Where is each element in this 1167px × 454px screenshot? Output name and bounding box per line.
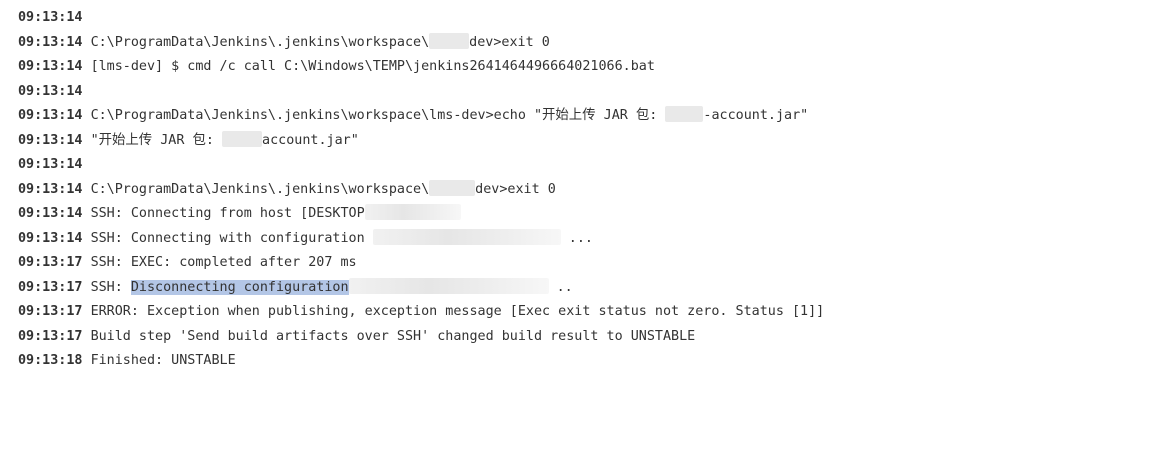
log-line: 09:13:17 Build step 'Send build artifact… [18, 325, 1167, 350]
redacted-region [222, 130, 263, 147]
log-line: 09:13:17 ERROR: Exception when publishin… [18, 300, 1167, 325]
log-text: [lms-dev] $ cmd /c call C:\Windows\TEMP\… [90, 59, 655, 74]
log-timestamp: 09:13:14 [18, 230, 83, 246]
log-text: dev>exit 0 [469, 34, 550, 50]
log-line: 09:13:14 SSH: Connecting with configurat… [18, 227, 1167, 252]
log-line: 09:13:14 "开始上传 JAR 包: account.jar" [18, 129, 1167, 154]
log-line: 09:13:14 C:\ProgramData\Jenkins\.jenkins… [18, 178, 1167, 203]
log-text: account.jar" [262, 132, 359, 148]
log-timestamp: 09:13:18 [18, 353, 83, 368]
log-text: ERROR: Exception when publishing, except… [90, 304, 825, 319]
log-line: 09:13:14 [18, 153, 1167, 178]
log-timestamp: 09:13:14 [18, 206, 83, 221]
redacted-region [364, 204, 461, 220]
log-timestamp: 09:13:14 [18, 10, 83, 25]
redacted-region [665, 106, 704, 122]
log-line: 09:13:14 SSH: Connecting from host [DESK… [18, 202, 1167, 227]
redacted-region [429, 179, 476, 196]
log-timestamp: 09:13:14 [18, 34, 83, 50]
log-text: SSH: EXEC: completed after 207 ms [90, 255, 357, 270]
console-output: 09:13:14 09:13:14 C:\ProgramData\Jenkins… [0, 0, 1167, 454]
log-text: C:\ProgramData\Jenkins\.jenkins\workspac… [90, 108, 666, 123]
log-timestamp: 09:13:14 [18, 157, 83, 172]
log-line: 09:13:14 [18, 80, 1167, 105]
log-text: C:\ProgramData\Jenkins\.jenkins\workspac… [90, 34, 430, 50]
redacted-region [429, 32, 470, 49]
log-timestamp: 09:13:14 [18, 132, 83, 148]
log-text: ... [560, 230, 593, 246]
log-timestamp: 09:13:17 [18, 255, 83, 270]
log-line: 09:13:14 C:\ProgramData\Jenkins\.jenkins… [18, 31, 1167, 56]
log-timestamp: 09:13:17 [18, 304, 83, 319]
log-text: Finished: UNSTABLE [90, 353, 236, 368]
redacted-region [348, 277, 549, 294]
log-timestamp: 09:13:14 [18, 59, 83, 74]
log-text: dev>exit 0 [475, 181, 556, 197]
redacted-region [372, 228, 561, 245]
log-timestamp: 09:13:14 [18, 108, 83, 123]
log-line: 09:13:17 SSH: Disconnecting configuratio… [18, 276, 1167, 301]
log-timestamp: 09:13:14 [18, 83, 83, 99]
log-line: 09:13:14 [18, 6, 1167, 31]
log-text: "开始上传 JAR 包: [90, 132, 223, 148]
log-line: 09:13:18 Finished: UNSTABLE [18, 349, 1167, 374]
log-line: 09:13:17 SSH: EXEC: completed after 207 … [18, 251, 1167, 276]
log-text: SSH: [90, 279, 131, 295]
log-text: SSH: Connecting from host [DESKTOP [90, 206, 365, 221]
log-text: C:\ProgramData\Jenkins\.jenkins\workspac… [90, 181, 430, 197]
log-line: 09:13:14 [lms-dev] $ cmd /c call C:\Wind… [18, 55, 1167, 80]
log-line: 09:13:14 C:\ProgramData\Jenkins\.jenkins… [18, 104, 1167, 129]
log-timestamp: 09:13:17 [18, 279, 83, 295]
log-timestamp: 09:13:17 [18, 328, 83, 344]
selected-text[interactable]: Disconnecting configuration [130, 279, 349, 295]
log-text: Build step 'Send build artifacts over SS… [90, 328, 696, 344]
log-text: SSH: Connecting with configuration [90, 230, 373, 246]
log-text: .. [548, 279, 573, 295]
log-timestamp: 09:13:14 [18, 181, 83, 197]
log-text: -account.jar" [703, 108, 809, 123]
